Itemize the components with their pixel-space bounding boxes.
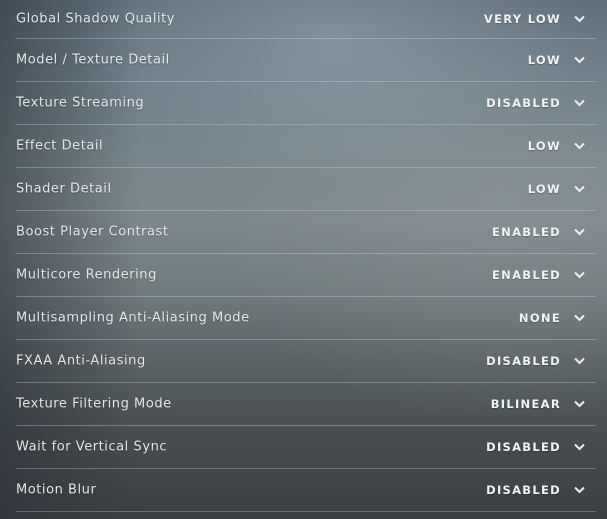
setting-row-multicore-rendering: Multicore Rendering ENABLED [0,254,607,297]
chevron-down-icon [574,185,585,193]
setting-label: Motion Blur [16,482,97,497]
chevron-down-icon [574,142,585,150]
model-texture-detail-dropdown[interactable]: LOW [528,53,585,67]
setting-row-wait-for-vertical-sync: Wait for Vertical Sync DISABLED [0,426,607,469]
chevron-down-icon [574,228,585,236]
setting-row-model-texture-detail: Model / Texture Detail LOW [0,39,607,82]
setting-label: Model / Texture Detail [16,52,170,67]
setting-value: DISABLED [486,353,561,368]
setting-row-global-shadow-quality: Global Shadow Quality VERY LOW [0,0,607,39]
setting-row-shader-detail: Shader Detail LOW [0,168,607,211]
setting-row-effect-detail: Effect Detail LOW [0,125,607,168]
chevron-down-icon [574,314,585,322]
chevron-down-icon [574,400,585,408]
setting-value: ENABLED [492,267,561,282]
wait-for-vertical-sync-dropdown[interactable]: DISABLED [486,440,585,454]
setting-label: Shader Detail [16,181,112,196]
global-shadow-quality-dropdown[interactable]: VERY LOW [484,12,585,26]
chevron-down-icon [574,443,585,451]
chevron-down-icon [574,357,585,365]
setting-value: NONE [518,310,561,325]
setting-value: ENABLED [492,224,561,239]
setting-row-motion-blur: Motion Blur DISABLED [0,469,607,512]
setting-label: Boost Player Contrast [16,224,169,239]
boost-player-contrast-dropdown[interactable]: ENABLED [492,225,585,239]
setting-label: Wait for Vertical Sync [16,439,168,454]
chevron-down-icon [574,486,585,494]
texture-streaming-dropdown[interactable]: DISABLED [486,96,585,110]
setting-row-fxaa-anti-aliasing: FXAA Anti-Aliasing DISABLED [0,340,607,383]
motion-blur-dropdown[interactable]: DISABLED [486,483,585,497]
setting-label: FXAA Anti-Aliasing [16,353,146,368]
setting-row-boost-player-contrast: Boost Player Contrast ENABLED [0,211,607,254]
setting-label: Global Shadow Quality [16,11,176,26]
shader-detail-dropdown[interactable]: LOW [528,182,585,196]
setting-label: Effect Detail [16,138,104,153]
texture-filtering-mode-dropdown[interactable]: BILINEAR [491,397,585,411]
chevron-down-icon [574,15,585,23]
setting-row-texture-streaming: Texture Streaming DISABLED [0,82,607,125]
setting-value: LOW [527,52,561,67]
setting-label: Multicore Rendering [16,267,157,282]
chevron-down-icon [574,271,585,279]
setting-row-texture-filtering-mode: Texture Filtering Mode BILINEAR [0,383,607,426]
setting-label: Texture Filtering Mode [16,396,172,411]
setting-value: BILINEAR [490,396,561,411]
setting-label: Multisampling Anti-Aliasing Mode [16,310,250,325]
chevron-down-icon [574,99,585,107]
video-settings-panel: Global Shadow Quality VERY LOW Model / T… [0,0,607,519]
setting-value: DISABLED [486,439,561,454]
setting-label: Texture Streaming [16,95,145,110]
effect-detail-dropdown[interactable]: LOW [528,139,585,153]
setting-value: DISABLED [486,482,561,497]
setting-value: LOW [527,181,561,196]
multicore-rendering-dropdown[interactable]: ENABLED [492,268,585,282]
chevron-down-icon [574,56,585,64]
setting-value: VERY LOW [483,11,561,26]
setting-value: DISABLED [486,95,561,110]
setting-value: LOW [527,138,561,153]
settings-list: Global Shadow Quality VERY LOW Model / T… [0,0,607,512]
setting-row-multisampling-anti-aliasing-mode: Multisampling Anti-Aliasing Mode NONE [0,297,607,340]
fxaa-anti-aliasing-dropdown[interactable]: DISABLED [486,354,585,368]
multisampling-anti-aliasing-mode-dropdown[interactable]: NONE [519,311,585,325]
